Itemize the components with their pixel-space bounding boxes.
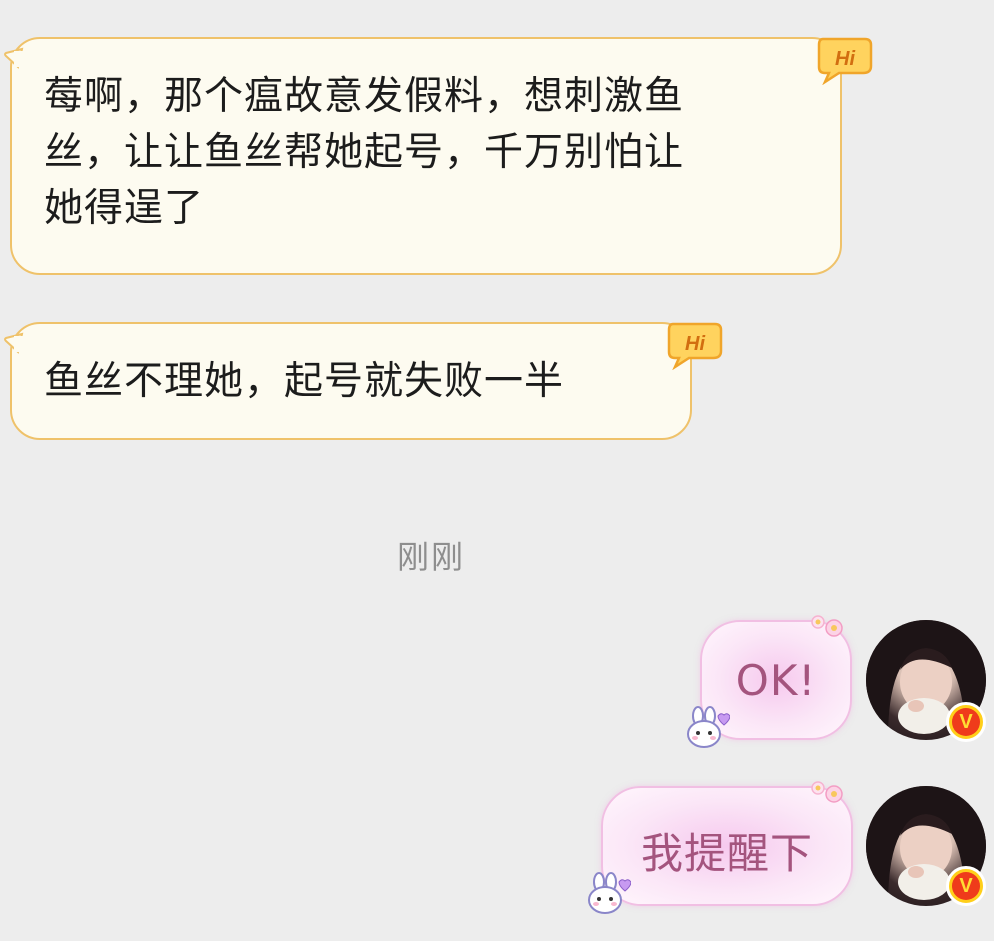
bunny-sticker-icon [687, 706, 730, 748]
message-text: 我提醒下 [640, 829, 813, 878]
incoming-message-bubble[interactable]: 鱼丝不理她，起号就失败一半 [4, 322, 692, 440]
incoming-message-bubble[interactable]: 莓啊，那个瘟故意发假料，想刺激鱼 丝，让让鱼丝帮她起号，千万别怕让 她得逞了 [4, 37, 842, 275]
timestamp: 刚刚 [396, 538, 465, 576]
message-text: 鱼丝不理她，起号就失败一半 [44, 354, 662, 410]
message-line: 丝，让让鱼丝帮她起号，千万别怕让 [44, 130, 685, 175]
bunny-sticker-icon [588, 872, 631, 914]
message-line: 她得逞了 [44, 186, 205, 231]
verified-v-icon: V [946, 866, 986, 906]
hi-speech-icon: Hi [665, 318, 725, 370]
verified-v-icon: V [946, 702, 986, 742]
hi-speech-icon: Hi [815, 33, 875, 85]
flower-deco-icon [811, 615, 843, 637]
message-text: 莓啊，那个瘟故意发假料，想刺激鱼 丝，让让鱼丝帮她起号，千万别怕让 她得逞了 [44, 69, 812, 237]
message-line: 鱼丝不理她，起号就失败一半 [44, 359, 565, 404]
message-text: OK! [735, 656, 817, 705]
svg-text:Hi: Hi [835, 48, 855, 70]
bubble-tail [4, 332, 24, 354]
flower-deco-icon [811, 781, 843, 803]
message-line: 莓啊，那个瘟故意发假料，想刺激鱼 [44, 74, 685, 119]
svg-text:Hi: Hi [685, 333, 705, 355]
bubble-tail [4, 47, 24, 69]
